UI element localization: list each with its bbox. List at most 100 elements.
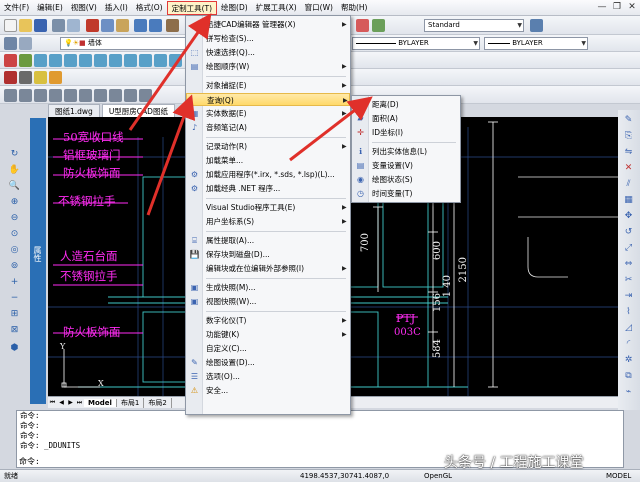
linetype-combo[interactable]: BYLAYER ▼ [352, 37, 480, 50]
lineweight-combo[interactable]: BYLAYER ▼ [484, 37, 588, 50]
copy-icon[interactable] [101, 19, 114, 32]
query-menu-item[interactable]: ▰ 面积(A) [352, 112, 460, 125]
dome-icon[interactable] [154, 54, 167, 67]
tools-menu-item[interactable]: ✓ 拼写检查(S)... [186, 32, 350, 45]
material-icon[interactable] [49, 71, 62, 84]
snap-nearest-icon[interactable] [124, 89, 137, 102]
menu-format[interactable]: 格式(O) [132, 1, 167, 15]
menu-edit[interactable]: 编辑(E) [33, 1, 67, 15]
tools-menu-item[interactable]: 自定义(C)... [186, 342, 350, 355]
tools-menu-item[interactable]: ♪ 音频笔记(A) [186, 121, 350, 134]
zoom-previous-icon[interactable]: ⊖ [8, 212, 21, 225]
menu-help[interactable]: 帮助(H) [337, 1, 372, 15]
extend-icon[interactable]: ⇥ [622, 290, 635, 302]
point-icon[interactable] [4, 54, 17, 67]
tools-menu-item[interactable]: ☰ 选项(O)... [186, 370, 350, 383]
menu-insert[interactable]: 插入(I) [101, 1, 132, 15]
tools-menu-item[interactable]: ⚙ 加载经典 .NET 程序... [186, 182, 350, 195]
snap-perpendicular-icon[interactable] [94, 89, 107, 102]
tools-menu-item[interactable]: ✎ 绘图设置(D)... [186, 356, 350, 369]
layer-manager-icon[interactable] [4, 37, 17, 50]
tools-menu-item[interactable]: 功能键(K) ▶ [186, 328, 350, 341]
menu-draw[interactable]: 绘图(D) [217, 1, 252, 15]
doc-tab-kitchen[interactable]: U型厨房CAD图纸 [101, 104, 175, 117]
shade-icon[interactable] [19, 71, 32, 84]
trim-icon[interactable]: ✂ [622, 274, 635, 286]
tools-menu-item[interactable]: 编辑块或在位编辑外部参照(I) ▶ [186, 262, 350, 275]
tools-menu-item[interactable]: 用户坐标系(S) ▶ [186, 215, 350, 228]
print-icon[interactable] [52, 19, 65, 32]
tools-menu-item[interactable]: 对象捕捉(E) ▶ [186, 79, 350, 92]
scale-icon[interactable]: ⤢ [622, 242, 635, 254]
menu-tools[interactable]: 定制工具(T) [166, 0, 218, 15]
dim-style-icon[interactable] [372, 19, 385, 32]
tools-menu-item[interactable]: 迅捷CAD编辑器 管理器(X) ▶ [186, 18, 350, 31]
view-3d-icon[interactable]: ⬢ [8, 342, 21, 355]
tools-menu-item[interactable]: 记录动作(R) ▶ [186, 140, 350, 153]
zoom-realtime-icon[interactable]: 🔍 [8, 180, 21, 193]
wedge-icon[interactable] [49, 54, 62, 67]
match-prop-icon[interactable] [166, 19, 179, 32]
mesh-icon[interactable] [169, 54, 182, 67]
close-button[interactable]: ✕ [626, 1, 638, 13]
next-tab-icon[interactable]: ▶ [66, 399, 75, 406]
menu-window[interactable]: 窗口(W) [301, 1, 337, 15]
region-icon[interactable] [19, 54, 32, 67]
table-style-icon[interactable] [530, 19, 543, 32]
undo-icon[interactable] [134, 19, 147, 32]
delete-icon[interactable]: ✕ [622, 162, 635, 174]
box-icon[interactable] [34, 54, 47, 67]
tools-menu-item[interactable]: ▣ 生成快照(M)... [186, 281, 350, 294]
snap-center-icon[interactable] [34, 89, 47, 102]
last-tab-icon[interactable]: ⏭ [75, 399, 84, 407]
properties-panel-tab[interactable]: 属性 [30, 118, 46, 404]
erase-icon[interactable]: ✎ [622, 114, 635, 126]
light-icon[interactable] [34, 71, 47, 84]
paste-icon[interactable] [116, 19, 129, 32]
menu-extend[interactable]: 扩展工具(X) [252, 1, 301, 15]
tools-menu-item[interactable]: 加载菜单... [186, 154, 350, 167]
zoom-dynamic-icon[interactable]: ⊚ [8, 260, 21, 273]
query-menu-item[interactable]: ◷ 时间变量(T) [352, 187, 460, 200]
tools-menu-item[interactable]: Visual Studio程序工具(E) ▶ [186, 201, 350, 214]
pan-hand-icon[interactable]: ✋ [8, 164, 21, 177]
zoom-out-icon[interactable]: − [8, 292, 21, 305]
rotate-icon[interactable]: ↺ [622, 226, 635, 238]
break-icon[interactable]: ⌇ [622, 306, 635, 318]
snap-endpoint-icon[interactable] [4, 89, 17, 102]
layer-state-icon[interactable] [19, 37, 32, 50]
tools-menu-item[interactable]: 💾 保存块到磁盘(D)... [186, 248, 350, 261]
mirror-icon[interactable]: ⇋ [622, 146, 635, 158]
tools-menu-item[interactable]: 数字化仪(T) ▶ [186, 314, 350, 327]
zoom-extents-icon[interactable]: ⊠ [8, 324, 21, 337]
chamfer-icon[interactable]: ◿ [622, 322, 635, 334]
snap-settings-icon[interactable] [139, 89, 152, 102]
doc-tab-drawing1[interactable]: 图纸1.dwg [48, 104, 100, 117]
zoom-in-icon[interactable]: + [8, 276, 21, 289]
join-icon[interactable]: ⧉ [622, 370, 635, 382]
zoom-center-icon[interactable]: ◎ [8, 244, 21, 257]
offset-icon[interactable]: ⫽ [622, 178, 635, 190]
layout-tab-2[interactable]: 布局2 [144, 397, 172, 408]
layout-tab-1[interactable]: 布局1 [117, 397, 145, 408]
array-icon[interactable]: ▦ [622, 194, 635, 206]
query-menu-item[interactable]: ℹ 列出实体信息(L) [352, 145, 460, 158]
prev-tab-icon[interactable]: ◀ [57, 399, 66, 406]
cut-icon[interactable] [86, 19, 99, 32]
snap-tangent-icon[interactable] [109, 89, 122, 102]
fillet-icon[interactable]: ◜ [622, 338, 635, 350]
edit-polyline-icon[interactable]: ⌁ [622, 386, 635, 398]
cylinder-icon[interactable] [94, 54, 107, 67]
copy-object-icon[interactable]: ⎘ [622, 130, 635, 142]
menu-view[interactable]: 视图(V) [67, 1, 101, 15]
menu-file[interactable]: 文件(F) [0, 1, 33, 15]
tools-menu-item[interactable]: ⚠ 安全... [186, 384, 350, 397]
zoom-scale-icon[interactable]: ⊙ [8, 228, 21, 241]
tools-menu-item[interactable]: ▦ 实体数据(E) ▶ [186, 107, 350, 120]
layout-tab-model[interactable]: Model [84, 398, 117, 407]
snap-node-icon[interactable] [49, 89, 62, 102]
query-menu-item[interactable]: ⟷ 距离(D) [352, 98, 460, 111]
move-icon[interactable]: ✥ [622, 210, 635, 222]
style-combo[interactable]: Standard ▼ [424, 19, 524, 32]
stretch-icon[interactable]: ⇔ [622, 258, 635, 270]
